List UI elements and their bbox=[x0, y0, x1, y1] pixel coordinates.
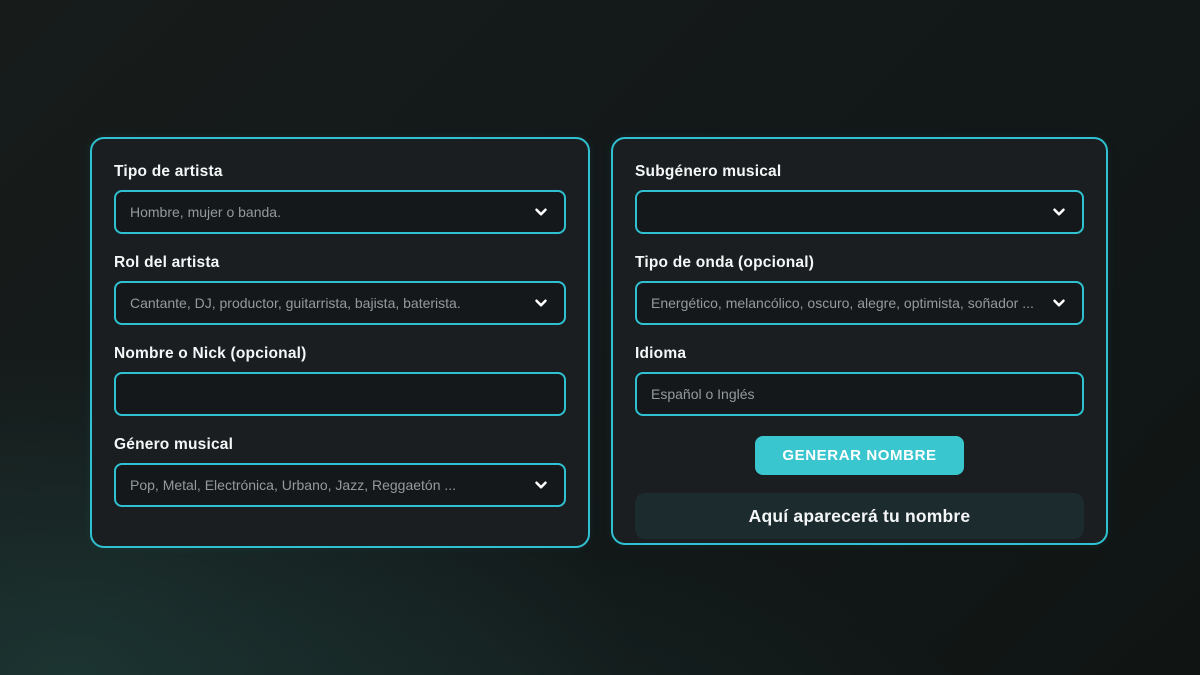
tipo-de-onda-select[interactable]: Energético, melancólico, oscuro, alegre,… bbox=[635, 281, 1084, 325]
chevron-down-icon bbox=[532, 203, 550, 221]
chevron-down-icon bbox=[1050, 294, 1068, 312]
tipo-de-artista-label: Tipo de artista bbox=[114, 163, 566, 181]
chevron-down-icon bbox=[532, 294, 550, 312]
field-nombre-o-nick: Nombre o Nick (opcional) bbox=[114, 345, 566, 416]
generate-name-button[interactable]: GENERAR NOMBRE bbox=[755, 436, 963, 475]
actions-row: GENERAR NOMBRE bbox=[635, 436, 1084, 475]
idioma-input[interactable] bbox=[635, 372, 1084, 416]
artist-details-panel: Tipo de artista Hombre, mujer o banda. R… bbox=[90, 137, 590, 548]
rol-del-artista-select-value: Cantante, DJ, productor, guitarrista, ba… bbox=[130, 295, 461, 311]
genero-musical-label: Género musical bbox=[114, 436, 566, 454]
field-genero-musical: Género musical Pop, Metal, Electrónica, … bbox=[114, 436, 566, 507]
idioma-label: Idioma bbox=[635, 345, 1084, 363]
generated-name-result-box: Aquí aparecerá tu nombre bbox=[635, 493, 1084, 539]
nombre-o-nick-label: Nombre o Nick (opcional) bbox=[114, 345, 566, 363]
rol-del-artista-label: Rol del artista bbox=[114, 254, 566, 272]
tipo-de-artista-select-value: Hombre, mujer o banda. bbox=[130, 204, 281, 220]
field-tipo-de-artista: Tipo de artista Hombre, mujer o banda. bbox=[114, 163, 566, 234]
nombre-o-nick-input[interactable] bbox=[114, 372, 566, 416]
field-subgenero-musical: Subgénero musical bbox=[635, 163, 1084, 234]
subgenero-musical-select[interactable] bbox=[635, 190, 1084, 234]
field-rol-del-artista: Rol del artista Cantante, DJ, productor,… bbox=[114, 254, 566, 325]
generated-name-placeholder-text: Aquí aparecerá tu nombre bbox=[749, 506, 971, 527]
chevron-down-icon bbox=[1050, 203, 1068, 221]
field-tipo-de-onda: Tipo de onda (opcional) Energético, mela… bbox=[635, 254, 1084, 325]
tipo-de-onda-label: Tipo de onda (opcional) bbox=[635, 254, 1084, 272]
rol-del-artista-select[interactable]: Cantante, DJ, productor, guitarrista, ba… bbox=[114, 281, 566, 325]
chevron-down-icon bbox=[532, 476, 550, 494]
genero-musical-select-value: Pop, Metal, Electrónica, Urbano, Jazz, R… bbox=[130, 477, 456, 493]
field-idioma: Idioma bbox=[635, 345, 1084, 416]
tipo-de-onda-select-value: Energético, melancólico, oscuro, alegre,… bbox=[651, 295, 1034, 311]
subgenero-musical-label: Subgénero musical bbox=[635, 163, 1084, 181]
style-and-output-panel: Subgénero musical Tipo de onda (opcional… bbox=[611, 137, 1108, 545]
genero-musical-select[interactable]: Pop, Metal, Electrónica, Urbano, Jazz, R… bbox=[114, 463, 566, 507]
tipo-de-artista-select[interactable]: Hombre, mujer o banda. bbox=[114, 190, 566, 234]
